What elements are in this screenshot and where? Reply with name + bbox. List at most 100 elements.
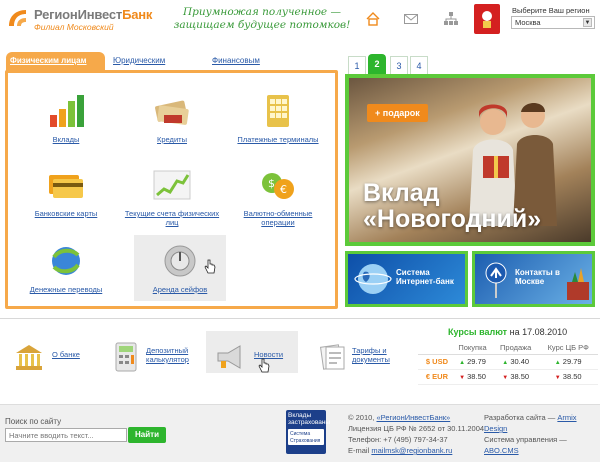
region-select[interactable]: Москва ▼ bbox=[511, 16, 595, 29]
logo-text[interactable]: РегионИнвестБанк bbox=[34, 7, 152, 22]
service-label: Платежные терминалы bbox=[237, 135, 319, 144]
service-loans[interactable]: Кредиты bbox=[124, 93, 220, 144]
rates-date: 17.08.2010 bbox=[522, 327, 568, 337]
sitemap-icon[interactable] bbox=[444, 12, 458, 26]
search-label: Поиск по сайту bbox=[5, 417, 62, 426]
link-label: Депозитный калькулятор bbox=[146, 346, 189, 364]
promo-title-line1: Вклад bbox=[363, 179, 440, 207]
megaphone-icon bbox=[217, 345, 241, 369]
promo-title-line2: «Новогодний» bbox=[363, 205, 542, 233]
home-icon[interactable] bbox=[366, 12, 380, 26]
divider bbox=[0, 318, 600, 319]
tab-individuals[interactable]: Физическим лицам bbox=[6, 52, 105, 72]
service-terminals[interactable]: Платежные терминалы bbox=[230, 93, 326, 144]
documents-icon bbox=[319, 344, 345, 370]
promo-gift-badge: + подарок bbox=[367, 104, 428, 122]
service-label: Текущие счета физических лиц bbox=[124, 209, 220, 227]
search-button[interactable]: Найти bbox=[128, 427, 166, 443]
internet-bank-banner[interactable]: Система Интернет-банк bbox=[345, 251, 468, 307]
bank-link[interactable]: «РегионИнвестБанк» bbox=[376, 413, 450, 422]
svg-text:€: € bbox=[280, 183, 287, 196]
currency-cell: $ USD bbox=[418, 354, 452, 370]
service-label: Кредиты bbox=[157, 135, 187, 144]
mail-icon[interactable] bbox=[404, 14, 418, 24]
bar-chart-icon bbox=[50, 95, 84, 127]
link-tariffs-documents[interactable]: Тарифы и документы bbox=[318, 342, 408, 372]
rate-cell: ▲ 29.79 bbox=[538, 354, 598, 370]
rate-cell: ▼ 38.50 bbox=[493, 369, 539, 385]
growth-chart-icon bbox=[153, 170, 191, 200]
arrow-up-icon: ▲ bbox=[459, 360, 466, 366]
currency-cell: € EUR bbox=[418, 369, 452, 385]
insurance-subtitle: Система Страхования Вкладов bbox=[288, 429, 324, 451]
rates-table: Покупка Продажа Курс ЦБ РФ $ USD ▲ 29.79… bbox=[418, 342, 598, 385]
direction-sign-icon bbox=[485, 262, 507, 298]
rates-header-cell: Покупка bbox=[452, 342, 494, 355]
contacts-banner[interactable]: Контакты в Москве bbox=[472, 251, 595, 307]
promo-page-1[interactable]: 1 bbox=[348, 56, 366, 74]
table-row: $ USD ▲ 29.79 ▲ 30.40 ▲ 29.79 bbox=[418, 354, 598, 370]
slogan: Приумножая полученное — защищаем будущее… bbox=[173, 6, 351, 31]
tab-financial-orgs[interactable]: Финансовым организациям bbox=[208, 52, 268, 83]
rate-cell: ▼ 38.50 bbox=[538, 369, 598, 385]
link-about-bank[interactable]: О банке bbox=[14, 342, 94, 372]
arrow-down-icon: ▼ bbox=[459, 375, 466, 381]
rate-cell: ▲ 30.40 bbox=[493, 354, 539, 370]
rate-cell: ▼ 38.50 bbox=[452, 369, 494, 385]
service-deposits[interactable]: Вклады bbox=[18, 93, 114, 144]
calculator-icon bbox=[115, 342, 137, 372]
license-text: Лицензия ЦБ РФ № 2652 от 30.11.2004 bbox=[348, 424, 485, 433]
bank-building-icon bbox=[16, 345, 42, 370]
hand-cursor-icon bbox=[258, 358, 270, 373]
currency-exchange-icon: $ € bbox=[262, 173, 294, 199]
rates-header-cell: Продажа bbox=[493, 342, 539, 355]
tab-legal-entities[interactable]: Юридическим лицам bbox=[109, 52, 169, 83]
link-news[interactable]: Новости bbox=[214, 342, 298, 373]
chevron-down-icon[interactable]: ▼ bbox=[583, 18, 592, 27]
region-label: Выберите Ваш регион bbox=[512, 6, 590, 15]
rates-title-text: Курсы валют bbox=[448, 327, 508, 337]
search-input[interactable]: Начните вводить текст... bbox=[5, 428, 127, 442]
email-label: E-mail bbox=[348, 446, 370, 455]
phone-text: Телефон: +7 (495) 797-34-37 bbox=[348, 435, 448, 444]
link-deposit-calculator[interactable]: Депозитный калькулятор bbox=[112, 342, 202, 372]
globe-arrows-icon bbox=[52, 247, 80, 275]
globe-icon bbox=[354, 264, 392, 294]
promo-banner[interactable]: + подарок Вклад «Новогодний» bbox=[345, 74, 595, 246]
rates-header-row: Покупка Продажа Курс ЦБ РФ bbox=[418, 342, 598, 355]
dev-label: Разработка сайта — bbox=[484, 413, 556, 422]
service-money-transfers[interactable]: Денежные переводы bbox=[18, 243, 114, 294]
promo-title: Вклад «Новогодний» bbox=[363, 180, 541, 232]
cms-link[interactable]: ABO.CMS bbox=[484, 446, 519, 455]
cms-label: Система управления — bbox=[484, 435, 567, 444]
service-label: Банковские карты bbox=[34, 209, 98, 218]
email-link[interactable]: mailmsk@regionbank.ru bbox=[371, 446, 452, 455]
promo-page-2[interactable]: 2 bbox=[368, 54, 386, 76]
rates-date-prefix: на bbox=[509, 327, 520, 337]
link-label: Тарифы и документы bbox=[352, 346, 390, 364]
deposit-insurance-badge[interactable]: Вклады застрахованы Система Страхования … bbox=[286, 410, 330, 454]
service-label: Денежные переводы bbox=[29, 285, 103, 294]
safe-dial-icon bbox=[164, 245, 196, 277]
service-current-accounts[interactable]: Текущие счета физических лиц bbox=[124, 167, 220, 227]
promo-page-4[interactable]: 4 bbox=[410, 56, 428, 74]
promo-page-3[interactable]: 3 bbox=[390, 56, 408, 74]
bank-cards-icon bbox=[49, 175, 83, 198]
copyright-block: © 2010, «РегионИнвестБанк» Лицензия ЦБ Р… bbox=[348, 412, 484, 456]
hand-cursor-icon bbox=[204, 259, 216, 274]
terminal-keypad-icon bbox=[267, 95, 289, 127]
service-cards[interactable]: Банковские карты bbox=[18, 167, 114, 218]
region-select-value: Москва bbox=[515, 18, 541, 27]
rates-header-cell: Курс ЦБ РФ bbox=[538, 342, 598, 355]
arrow-up-icon: ▲ bbox=[502, 360, 509, 366]
logo-subtitle: Филиал Московский bbox=[34, 22, 114, 32]
money-icon bbox=[155, 100, 189, 125]
arrow-up-icon: ▲ bbox=[554, 360, 561, 366]
header: РегионИнвестБанк Филиал Московский Приум… bbox=[0, 0, 600, 44]
contacts-label: Контакты в Москве bbox=[515, 268, 560, 286]
internet-bank-label: Система Интернет-банк bbox=[396, 268, 454, 286]
service-currency-exchange[interactable]: $ € Валютно-обменные операции bbox=[230, 167, 326, 227]
arrow-down-icon: ▼ bbox=[554, 375, 561, 381]
kremlin-icon bbox=[567, 268, 589, 300]
logo-icon[interactable] bbox=[6, 8, 30, 28]
